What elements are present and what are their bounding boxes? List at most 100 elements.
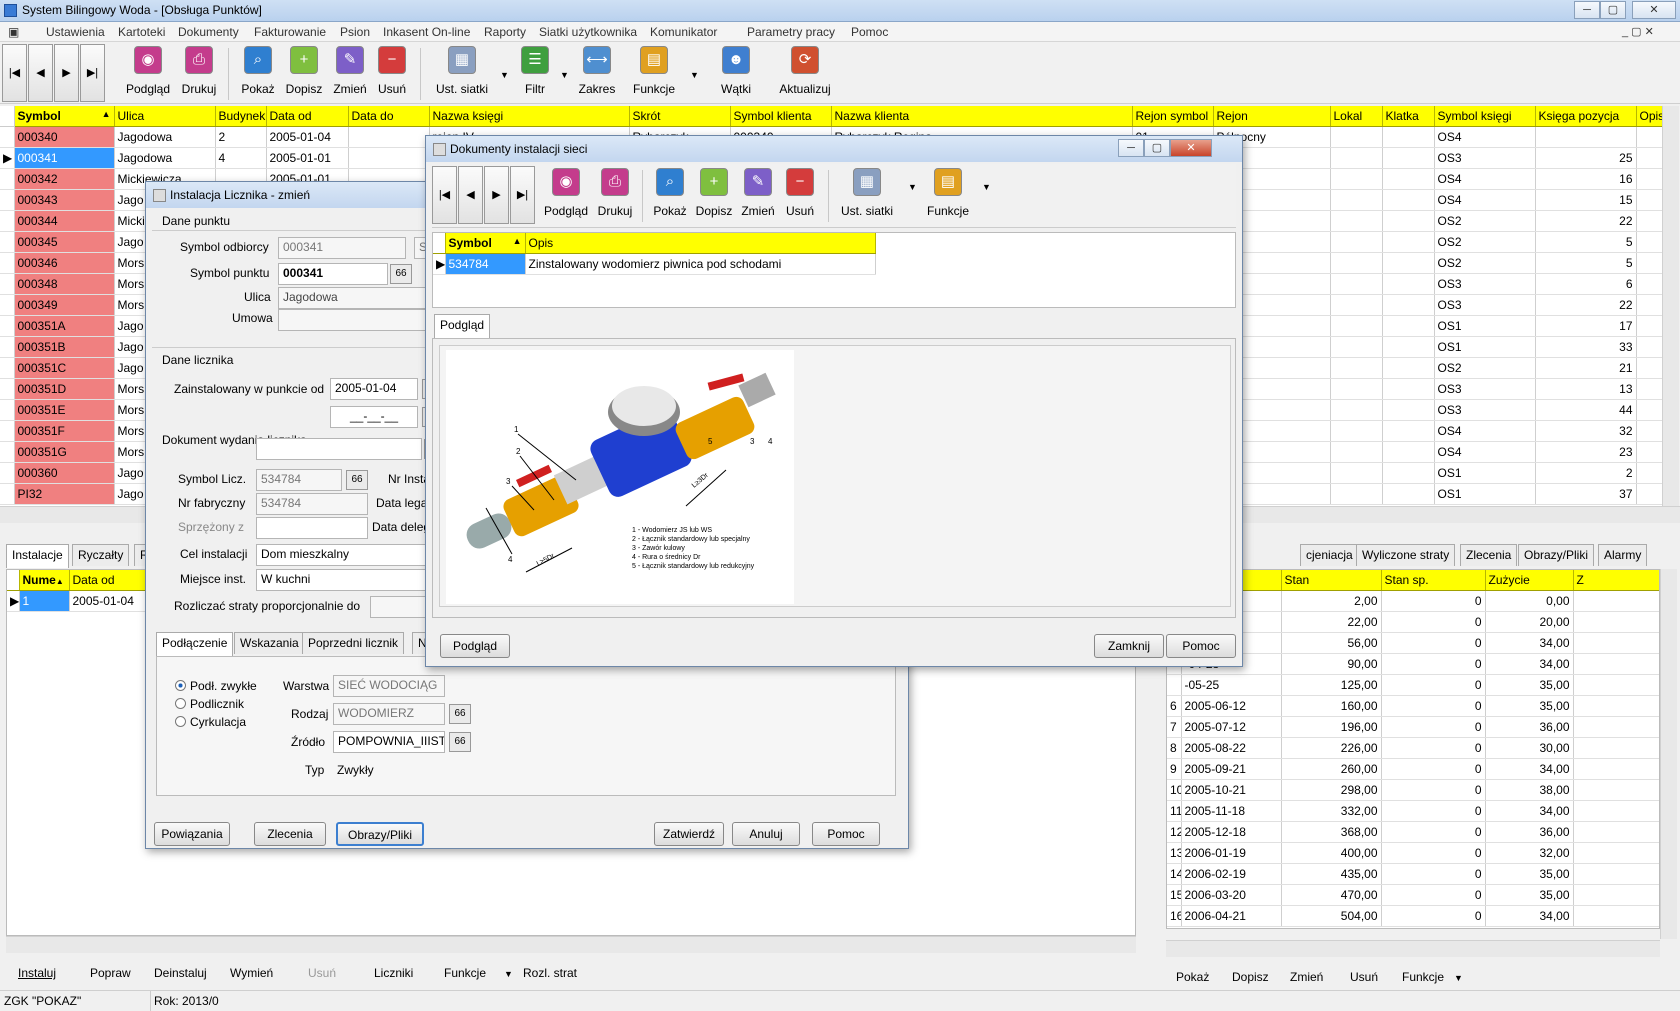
- next-record-button[interactable]: ▶: [54, 44, 79, 102]
- tab-ryczalty[interactable]: Ryczałty: [72, 544, 130, 566]
- tab-wskazania[interactable]: Wskazania: [234, 632, 305, 654]
- delete-button[interactable]: − Usuń: [372, 46, 412, 96]
- confirm-button[interactable]: Zatwierdź: [654, 822, 724, 846]
- preview-button[interactable]: ◉ Podgląd: [124, 46, 172, 96]
- col-skrot[interactable]: Skrót: [629, 106, 731, 127]
- close-button[interactable]: ✕: [1632, 1, 1676, 19]
- radio-podlicznik[interactable]: Podlicznik: [175, 697, 244, 711]
- preview-button[interactable]: Podgląd: [440, 634, 510, 658]
- table-row[interactable]: 7 2005-07-12 196,00 0 36,00: [1167, 716, 1659, 738]
- tab-podglad[interactable]: Podgląd: [434, 314, 491, 338]
- images-files-button[interactable]: Obrazy/Pliki: [336, 822, 424, 846]
- add-button[interactable]: + Dopisz: [282, 46, 326, 96]
- col-symbol-ksiegi[interactable]: Symbol księgi: [1434, 106, 1536, 127]
- menu-raporty[interactable]: Raporty: [484, 25, 526, 39]
- col-numer[interactable]: Nume▲: [19, 570, 70, 591]
- nr-fabryczny-field[interactable]: 534784: [256, 493, 368, 515]
- first-record-button[interactable]: |◀: [2, 44, 27, 102]
- col-symbol[interactable]: Symbol ▲: [14, 106, 115, 127]
- install-date-field[interactable]: 2005-01-04: [330, 378, 418, 400]
- relations-button[interactable]: Powiązania: [154, 822, 230, 846]
- threads-button[interactable]: ☻ Wątki: [714, 46, 758, 96]
- table-row[interactable]: 8 2005-08-22 226,00 0 30,00: [1167, 737, 1659, 759]
- functions-link[interactable]: Funkcje: [444, 966, 486, 980]
- lookup-icon[interactable]: 66: [449, 732, 471, 752]
- show-button[interactable]: ⌕ Pokaż: [236, 46, 280, 96]
- chevron-down-icon[interactable]: ▼: [1454, 973, 1463, 983]
- update-button[interactable]: ⟳ Aktualizuj: [772, 46, 838, 96]
- docs-functions-button[interactable]: ▤ Funkcje: [920, 168, 976, 218]
- col-stan-sp[interactable]: Stan sp.: [1381, 570, 1486, 591]
- col-opis[interactable]: Opis: [525, 233, 876, 254]
- maximize-button[interactable]: ▢: [1144, 139, 1170, 157]
- print-button[interactable]: ⎙ Drukuj: [176, 46, 222, 96]
- dokument-field[interactable]: [256, 438, 422, 460]
- help-button[interactable]: Pomoc: [812, 822, 880, 846]
- table-row[interactable]: ▶ 1 2005-01-04: [7, 590, 148, 612]
- chevron-down-icon[interactable]: ▼: [504, 969, 513, 979]
- rodzaj-field[interactable]: WODOMIERZ: [333, 703, 445, 725]
- col-opis[interactable]: Opis: [1636, 106, 1662, 127]
- docs-preview-button[interactable]: ◉ Podgląd: [542, 168, 590, 218]
- first-record-button[interactable]: |◀: [432, 166, 457, 224]
- range-button[interactable]: ⟷ Zakres: [574, 46, 620, 96]
- col-zuzycie[interactable]: Zużycie: [1485, 570, 1574, 591]
- readings-hscroll[interactable]: [1166, 940, 1660, 957]
- docs-delete-button[interactable]: − Usuń: [780, 168, 820, 218]
- symbol-punktu-field[interactable]: 000341: [278, 263, 388, 285]
- miejsce-field[interactable]: W kuchni: [256, 569, 428, 591]
- chevron-down-icon[interactable]: ▼: [560, 70, 569, 80]
- docs-add-button[interactable]: + Dopisz: [692, 168, 736, 218]
- mdi-window-controls[interactable]: _ ▢ ✕: [1622, 25, 1654, 38]
- col-symbol-klienta[interactable]: Symbol klienta: [730, 106, 832, 127]
- warstwa-field[interactable]: SIEĆ WODOCIĄG: [333, 675, 445, 697]
- menu-parametry[interactable]: Parametry pracy: [747, 25, 835, 39]
- menu-psion[interactable]: Psion: [340, 25, 370, 39]
- show-link[interactable]: Pokaż: [1176, 970, 1209, 984]
- lookup-icon[interactable]: 66: [390, 264, 412, 284]
- tab-zlecenia[interactable]: Zlecenia: [1460, 544, 1518, 566]
- col-nazwa-ksiegi[interactable]: Nazwa księgi: [429, 106, 630, 127]
- tab-podlaczenie[interactable]: Podłączenie: [156, 632, 234, 656]
- table-row[interactable]: ▶ 534784 Zinstalowany wodomierz piwnica po…: [433, 253, 876, 275]
- chevron-down-icon[interactable]: ▼: [908, 182, 917, 192]
- symbol-licz-field[interactable]: 534784: [256, 469, 342, 491]
- last-record-button[interactable]: ▶|: [80, 44, 105, 102]
- maximize-button[interactable]: ▢: [1600, 1, 1626, 19]
- orders-button[interactable]: Zlecenia: [254, 822, 326, 846]
- menu-dokumenty[interactable]: Dokumenty: [178, 25, 239, 39]
- close-button[interactable]: ✕: [1170, 139, 1212, 157]
- help-button[interactable]: Pomoc: [1166, 634, 1236, 658]
- col-data-do[interactable]: Data do: [348, 106, 430, 127]
- tab-poprzedni[interactable]: Poprzedni licznik: [302, 632, 405, 654]
- prev-record-button[interactable]: ◀: [458, 166, 483, 224]
- cel-instalacji-field[interactable]: Dom mieszkalny: [256, 544, 428, 566]
- table-row[interactable]: 6 2005-06-12 160,00 0 35,00: [1167, 695, 1659, 717]
- chevron-down-icon[interactable]: ▼: [982, 182, 991, 192]
- install-date-to-field[interactable]: __-__-__: [330, 406, 418, 428]
- tab-instalacje[interactable]: Instalacje: [6, 544, 69, 568]
- docs-edit-button[interactable]: ✎ Zmień: [736, 168, 780, 218]
- table-row[interactable]: 122005-12-18368,00036,00: [1167, 821, 1659, 843]
- table-row[interactable]: 142006-02-19435,00035,00: [1167, 863, 1659, 885]
- rozliczac-field[interactable]: [370, 596, 428, 618]
- grid-settings-button[interactable]: ▦ Ust. siatki: [430, 46, 494, 96]
- col-data-od[interactable]: Data od: [69, 570, 148, 591]
- col-data-od[interactable]: Data od: [266, 106, 349, 127]
- tab-obrazy[interactable]: Obrazy/Pliki: [1518, 544, 1595, 566]
- menu-ustawienia[interactable]: Ustawienia: [46, 25, 105, 39]
- edit-link[interactable]: Zmień: [1290, 970, 1323, 984]
- functions-link[interactable]: Funkcje: [1402, 970, 1444, 984]
- umowa-field[interactable]: [278, 309, 444, 331]
- install-hscroll[interactable]: [6, 936, 1136, 953]
- uninstall-link[interactable]: Deinstaluj: [154, 966, 207, 980]
- table-row[interactable]: 152006-03-20470,00035,00: [1167, 884, 1659, 906]
- menu-siatki[interactable]: Siatki użytkownika: [539, 25, 637, 39]
- table-row[interactable]: 162006-04-21504,00034,00: [1167, 905, 1659, 927]
- col-rejon-symbol[interactable]: Rejon symbol: [1132, 106, 1214, 127]
- menu-komunikator[interactable]: Komunikator: [650, 25, 717, 39]
- tab-wyliczone-straty[interactable]: Wyliczone straty: [1356, 544, 1456, 566]
- col-ulica[interactable]: Ulica: [114, 106, 216, 127]
- last-record-button[interactable]: ▶|: [510, 166, 535, 224]
- loss-calc-link[interactable]: Rozl. strat: [523, 966, 577, 980]
